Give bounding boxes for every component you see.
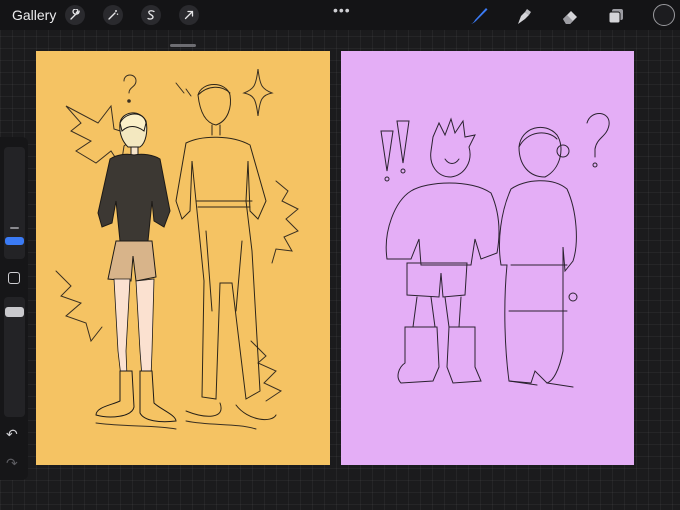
canvas-right[interactable] <box>341 51 634 465</box>
sketch-artwork-right <box>380 113 610 388</box>
brush-size-slider[interactable] <box>4 147 25 259</box>
selection-s-icon[interactable] <box>141 5 161 25</box>
opacity-slider[interactable] <box>4 297 25 417</box>
more-menu-button[interactable]: ••• <box>333 2 351 18</box>
color-picker-button[interactable] <box>653 4 675 26</box>
brush-size-knob[interactable] <box>5 237 24 245</box>
sidebar: ↶ ↷ <box>0 137 28 480</box>
wrench-icon[interactable] <box>65 5 85 25</box>
magic-wand-icon[interactable] <box>103 5 123 25</box>
arrow-cursor-icon[interactable] <box>179 5 199 25</box>
undo-icon[interactable]: ↶ <box>6 426 18 443</box>
brush-icon[interactable] <box>467 4 491 28</box>
gallery-button[interactable]: Gallery <box>12 7 56 23</box>
modify-square-button[interactable] <box>8 272 20 284</box>
smudge-icon[interactable] <box>511 4 535 28</box>
layers-icon[interactable] <box>604 4 628 28</box>
slider-tick <box>10 227 19 229</box>
sketch-artwork-left <box>55 68 299 430</box>
top-toolbar: Gallery ••• <box>0 0 680 30</box>
canvas-left[interactable] <box>36 51 330 465</box>
eraser-icon[interactable] <box>558 4 582 28</box>
canvas-drag-handle[interactable] <box>170 44 196 47</box>
redo-icon[interactable]: ↷ <box>6 455 18 472</box>
opacity-knob[interactable] <box>5 307 24 317</box>
